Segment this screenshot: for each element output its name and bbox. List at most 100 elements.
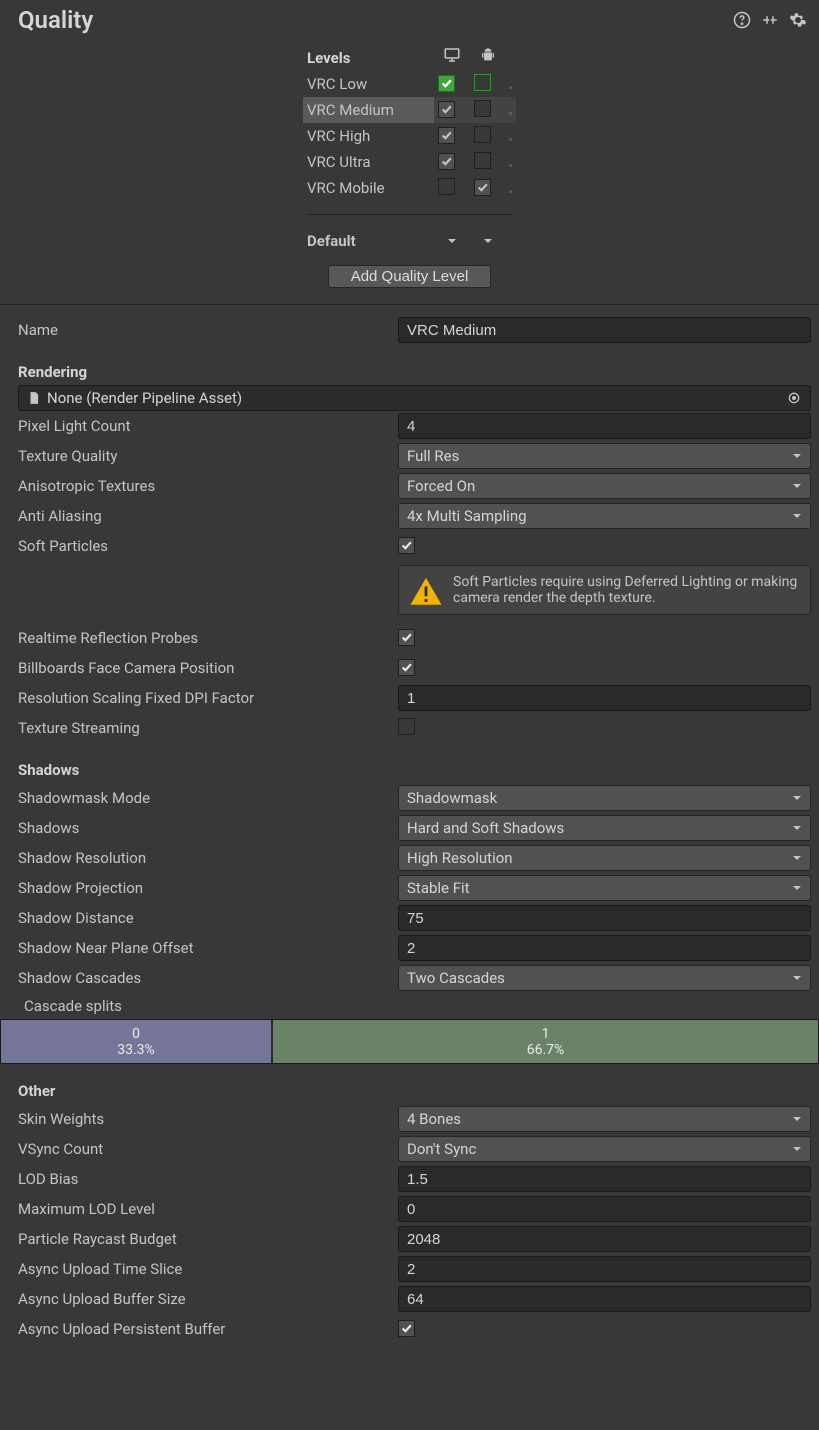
particle-raycast-input[interactable] — [398, 1226, 811, 1252]
default-android-dropdown[interactable] — [483, 232, 493, 242]
shadow-distance-row: Shadow Distance — [18, 903, 811, 933]
desktop-checkbox[interactable] — [438, 178, 455, 195]
vsync-count-dropdown[interactable]: Don't Sync — [398, 1136, 811, 1162]
max-lod-input[interactable] — [398, 1196, 811, 1222]
shadow-resolution-label: Shadow Resolution — [18, 849, 398, 867]
chevron-down-icon — [792, 1140, 802, 1158]
anisotropic-textures-row: Anisotropic Textures Forced On — [18, 471, 811, 501]
other-heading: Other — [18, 1082, 811, 1100]
billboards-face-checkbox[interactable] — [398, 659, 415, 676]
name-input[interactable] — [398, 317, 811, 343]
warning-icon — [409, 575, 443, 605]
skin-weights-dropdown[interactable]: 4 Bones — [398, 1106, 811, 1132]
lod-bias-label: LOD Bias — [18, 1170, 398, 1188]
shadows-dropdown[interactable]: Hard and Soft Shadows — [398, 815, 811, 841]
help-icon[interactable] — [733, 11, 751, 29]
preset-icon[interactable] — [761, 11, 779, 29]
cascade-seg-1-pct: 66.7% — [527, 1042, 565, 1058]
shadow-near-plane-input[interactable] — [398, 935, 811, 961]
chevron-down-icon — [792, 879, 802, 897]
shadow-cascades-value: Two Cascades — [407, 969, 505, 987]
level-row-vrc-medium[interactable]: VRC Medium — [303, 97, 516, 123]
level-row-vrc-mobile[interactable]: VRC Mobile — [303, 175, 516, 201]
desktop-default-checkbox[interactable] — [438, 75, 455, 92]
cascade-seg-0-pct: 33.3% — [117, 1042, 155, 1058]
resolution-scaling-dpi-input[interactable] — [398, 685, 811, 711]
trash-icon[interactable] — [509, 179, 512, 197]
chevron-down-icon — [792, 477, 802, 495]
cascade-seg-1[interactable]: 1 66.7% — [273, 1020, 818, 1063]
default-desktop-dropdown[interactable] — [447, 232, 457, 242]
realtime-reflection-row: Realtime Reflection Probes — [18, 623, 811, 653]
anti-aliasing-row: Anti Aliasing 4x Multi Sampling — [18, 501, 811, 531]
async-upload-buffer-input[interactable] — [398, 1286, 811, 1312]
render-pipeline-asset-field[interactable]: None (Render Pipeline Asset) — [18, 385, 811, 411]
skin-weights-value: 4 Bones — [407, 1110, 461, 1128]
soft-particles-label: Soft Particles — [18, 537, 398, 555]
skin-weights-label: Skin Weights — [18, 1110, 398, 1128]
chevron-down-icon — [792, 447, 802, 465]
rendering-heading: Rendering — [18, 363, 811, 381]
soft-particles-checkbox[interactable] — [398, 537, 415, 554]
object-picker-icon[interactable] — [786, 390, 802, 406]
level-row-vrc-ultra[interactable]: VRC Ultra — [303, 149, 516, 175]
shadow-projection-dropdown[interactable]: Stable Fit — [398, 875, 811, 901]
async-upload-persistent-row: Async Upload Persistent Buffer — [18, 1314, 811, 1344]
shadowmask-mode-label: Shadowmask Mode — [18, 789, 398, 807]
async-upload-buffer-row: Async Upload Buffer Size — [18, 1284, 811, 1314]
cascade-splits-bar[interactable]: 0 33.3% 1 66.7% — [0, 1019, 819, 1064]
desktop-checkbox[interactable] — [438, 127, 455, 144]
soft-particles-warning: Soft Particles require using Deferred Li… — [398, 565, 811, 615]
realtime-reflection-checkbox[interactable] — [398, 629, 415, 646]
android-checkbox[interactable] — [474, 179, 491, 196]
android-checkbox[interactable] — [474, 100, 491, 117]
shadow-distance-input[interactable] — [398, 905, 811, 931]
cascade-seg-0[interactable]: 0 33.3% — [1, 1020, 273, 1063]
shadow-near-plane-row: Shadow Near Plane Offset — [18, 933, 811, 963]
shadow-cascades-dropdown[interactable]: Two Cascades — [398, 965, 811, 991]
pixel-light-count-input[interactable] — [398, 413, 811, 439]
shadow-resolution-dropdown[interactable]: High Resolution — [398, 845, 811, 871]
anisotropic-textures-value: Forced On — [407, 477, 475, 495]
android-checkbox[interactable] — [474, 74, 491, 91]
anti-aliasing-label: Anti Aliasing — [18, 507, 398, 525]
shadow-projection-row: Shadow Projection Stable Fit — [18, 873, 811, 903]
shadowmask-mode-dropdown[interactable]: Shadowmask — [398, 785, 811, 811]
shadows-value: Hard and Soft Shadows — [407, 819, 564, 837]
anti-aliasing-value: 4x Multi Sampling — [407, 507, 527, 525]
lod-bias-row: LOD Bias — [18, 1164, 811, 1194]
gear-icon[interactable] — [789, 11, 807, 29]
level-name: VRC Ultra — [303, 149, 434, 175]
trash-icon[interactable] — [509, 75, 512, 93]
vsync-count-value: Don't Sync — [407, 1140, 476, 1158]
anisotropic-textures-dropdown[interactable]: Forced On — [398, 473, 811, 499]
vsync-count-label: VSync Count — [18, 1140, 398, 1158]
texture-quality-value: Full Res — [407, 447, 459, 465]
async-upload-persistent-checkbox[interactable] — [398, 1320, 415, 1337]
level-row-vrc-high[interactable]: VRC High — [303, 123, 516, 149]
android-checkbox[interactable] — [474, 152, 491, 169]
android-platform-icon[interactable] — [480, 48, 496, 68]
trash-icon[interactable] — [509, 127, 512, 145]
desktop-checkbox[interactable] — [438, 153, 455, 170]
anti-aliasing-dropdown[interactable]: 4x Multi Sampling — [398, 503, 811, 529]
async-upload-time-input[interactable] — [398, 1256, 811, 1282]
android-checkbox[interactable] — [474, 126, 491, 143]
chevron-down-icon — [792, 789, 802, 807]
async-upload-buffer-label: Async Upload Buffer Size — [18, 1290, 398, 1308]
particle-raycast-row: Particle Raycast Budget — [18, 1224, 811, 1254]
content-area: Name Rendering None (Render Pipeline Ass… — [0, 315, 819, 1015]
trash-icon[interactable] — [509, 101, 512, 119]
level-row-vrc-low[interactable]: VRC Low — [303, 71, 516, 97]
texture-streaming-checkbox[interactable] — [398, 718, 415, 735]
texture-quality-dropdown[interactable]: Full Res — [398, 443, 811, 469]
trash-icon[interactable] — [509, 153, 512, 171]
realtime-reflection-label: Realtime Reflection Probes — [18, 629, 398, 647]
add-quality-level-button[interactable]: Add Quality Level — [328, 265, 492, 288]
lod-bias-input[interactable] — [398, 1166, 811, 1192]
desktop-platform-icon[interactable] — [443, 49, 461, 69]
levels-table: Levels VRC Low VRC Medium VRC High VRC U… — [303, 44, 516, 253]
shadow-cascades-label: Shadow Cascades — [18, 969, 398, 987]
async-upload-time-label: Async Upload Time Slice — [18, 1260, 398, 1278]
desktop-checkbox[interactable] — [438, 101, 455, 118]
